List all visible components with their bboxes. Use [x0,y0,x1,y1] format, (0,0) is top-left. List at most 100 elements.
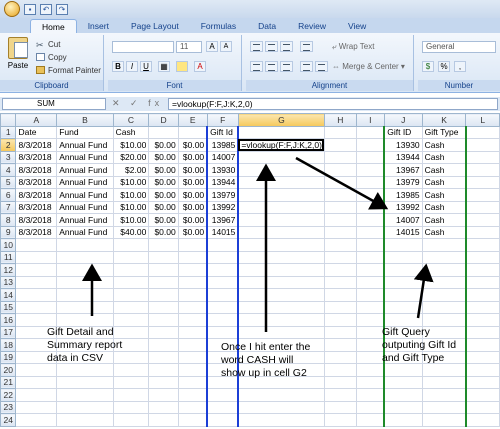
cell[interactable] [421,263,467,277]
cell[interactable] [323,325,357,339]
cell[interactable] [56,263,114,277]
cell-d3[interactable]: $0.00 [148,150,179,164]
cell-j5[interactable]: 13979 [383,175,423,189]
row-header[interactable]: 3 [0,150,17,164]
cell[interactable] [148,375,179,389]
cell[interactable] [383,288,423,302]
cell[interactable] [237,250,325,264]
copy-button[interactable]: Copy [36,53,67,62]
cell[interactable] [383,413,423,427]
cell[interactable] [237,413,325,427]
cell[interactable] [148,313,179,327]
cell-i5[interactable] [355,175,385,189]
cell[interactable] [56,400,114,414]
cell-f4[interactable]: 13930 [206,163,240,177]
column-header-f[interactable]: F [206,113,239,127]
italic-button[interactable]: I [126,61,138,72]
percent-icon[interactable]: % [438,61,450,72]
cell-k8[interactable]: Cash [421,213,467,227]
row-header[interactable]: 6 [0,188,17,202]
cell[interactable] [383,250,423,264]
cell[interactable] [177,263,208,277]
cell-f8[interactable]: 13967 [206,213,240,227]
cell[interactable] [323,313,357,327]
cell-l8[interactable] [465,213,500,227]
row-header[interactable]: 14 [0,288,17,302]
align-left-icon[interactable] [250,61,263,72]
cell[interactable] [206,263,240,277]
cell[interactable] [355,238,385,252]
cut-button[interactable]: ✂ Cut [36,40,60,50]
cell-j2[interactable]: 13930 [383,138,423,152]
cell[interactable] [355,263,385,277]
cell[interactable] [323,338,357,352]
cell-j4[interactable]: 13967 [383,163,423,177]
row-header[interactable]: 21 [0,375,17,389]
cell[interactable] [421,313,467,327]
cell[interactable] [148,300,179,314]
cell-l5[interactable] [465,175,500,189]
cell[interactable] [323,288,357,302]
cell[interactable] [177,388,208,402]
cell-k3[interactable]: Cash [421,150,467,164]
cell[interactable] [383,375,423,389]
cell-c7[interactable]: $10.00 [112,200,150,214]
cell[interactable] [206,313,240,327]
cell-a7[interactable]: 8/3/2018 [15,200,58,214]
cell[interactable] [383,300,423,314]
cell-b8[interactable]: Annual Fund [56,213,114,227]
cell-c3[interactable]: $20.00 [112,150,150,164]
cell[interactable] [56,363,114,377]
name-box[interactable]: SUM [2,98,106,110]
cell[interactable] [112,363,150,377]
cell[interactable] [15,363,58,377]
cell[interactable] [323,238,357,252]
align-top-icon[interactable] [250,41,263,52]
cell[interactable] [206,325,240,339]
cell[interactable] [355,325,385,339]
font-size-box[interactable]: 11 [176,41,202,53]
format-painter-button[interactable]: Format Painter [36,66,101,75]
cell[interactable] [465,263,500,277]
cell[interactable] [465,363,500,377]
cell[interactable] [237,388,325,402]
cell-d8[interactable]: $0.00 [148,213,179,227]
cell[interactable] [465,350,500,364]
cell-b6[interactable]: Annual Fund [56,188,114,202]
cell-h6[interactable] [323,188,357,202]
cell-a9[interactable]: 8/3/2018 [15,225,58,239]
cell[interactable] [148,350,179,364]
cell[interactable] [383,400,423,414]
formula-bar-icons[interactable]: ✕ ✓ fx [112,98,163,109]
cell-i3[interactable] [355,150,385,164]
cell[interactable] [323,363,357,377]
tab-formulas[interactable]: Formulas [190,19,247,33]
cell[interactable] [355,313,385,327]
bold-button[interactable]: B [112,61,124,72]
cell[interactable] [177,363,208,377]
align-right-icon[interactable] [280,61,293,72]
cell[interactable] [355,300,385,314]
cell[interactable] [148,388,179,402]
cell[interactable] [56,288,114,302]
row-header[interactable]: 7 [0,200,17,214]
cell[interactable] [177,325,208,339]
cell[interactable] [421,300,467,314]
column-header-j[interactable]: J [383,113,423,127]
cell-e7[interactable]: $0.00 [177,200,208,214]
cell-k4[interactable]: Cash [421,163,467,177]
cell[interactable] [323,413,357,427]
row-header[interactable]: 4 [0,163,17,177]
cell-a2[interactable]: 8/3/2018 [15,138,58,152]
column-header-d[interactable]: D [148,113,179,127]
cell-e5[interactable]: $0.00 [177,175,208,189]
cell-e3[interactable]: $0.00 [177,150,208,164]
cell[interactable] [465,250,500,264]
merge-center-button[interactable]: ⇔ Merge & Center ▾ [332,62,405,71]
cell[interactable] [421,413,467,427]
row-header[interactable]: 15 [0,300,17,314]
cell-j1[interactable]: Gift ID [383,125,423,139]
cell-d9[interactable]: $0.00 [148,225,179,239]
cell-f3[interactable]: 14007 [206,150,240,164]
cell-l4[interactable] [465,163,500,177]
